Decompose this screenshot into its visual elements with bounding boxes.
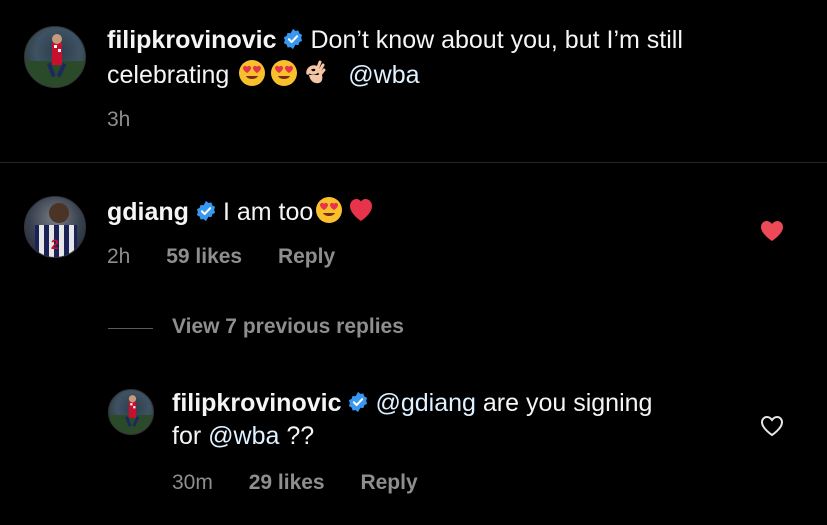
comment-reply-button[interactable]: Reply (278, 245, 335, 268)
view-replies-button[interactable]: View 7 previous replies (172, 315, 404, 339)
avatar[interactable] (24, 26, 86, 88)
reply-text-1: are you signing (482, 389, 653, 417)
reply-time: 30m (172, 471, 213, 494)
reply-username[interactable]: filipkrovinovic (172, 389, 341, 417)
reply-line-2: for @wba ?? (172, 421, 314, 452)
caption-mention[interactable]: @wba (348, 61, 419, 89)
avatar-image: 2 (35, 203, 77, 257)
verified-badge-icon (347, 390, 369, 421)
caption-text-2: celebrating (107, 61, 230, 89)
caption-text-1: Don’t know about you, but I’m still (310, 26, 683, 54)
reply-text-suffix: ?? (286, 422, 315, 450)
caption-timestamp: 3h (107, 108, 131, 131)
avatar-image (25, 34, 85, 87)
reply-mention-2[interactable]: @wba (208, 422, 279, 450)
reply-reply-button[interactable]: Reply (360, 471, 417, 494)
heart-eyes-emoji-icon (238, 59, 266, 95)
like-heart-outline-icon[interactable] (760, 415, 784, 442)
heart-eyes-emoji-icon (270, 59, 298, 95)
svg-text:2: 2 (51, 236, 59, 252)
caption-username[interactable]: filipkrovinovic (107, 26, 276, 54)
reply-likes[interactable]: 29 likes (249, 471, 325, 494)
verified-badge-icon (282, 27, 304, 58)
caption-line-2: celebrating @wba (107, 59, 420, 95)
like-heart-icon[interactable] (760, 220, 784, 247)
reply-line-1: filipkrovinovic @gdiang are you signing (172, 388, 652, 421)
reply-meta: 30m 29 likes Reply (172, 471, 448, 495)
comment-meta: 2h 59 likes Reply (107, 245, 365, 269)
avatar-image (109, 395, 153, 434)
reply-mention[interactable]: @gdiang (375, 389, 475, 417)
divider (0, 162, 827, 163)
comment-username[interactable]: gdiang (107, 198, 189, 226)
avatar[interactable]: 2 (24, 196, 86, 258)
comment-line: gdiang I am too (107, 196, 377, 232)
comment-likes[interactable]: 59 likes (166, 245, 242, 268)
red-heart-emoji-icon (347, 196, 375, 232)
verified-badge-icon (195, 199, 217, 230)
view-replies-line (108, 328, 153, 329)
comment-time: 2h (107, 245, 131, 268)
heart-eyes-emoji-icon (315, 196, 343, 232)
avatar[interactable] (108, 389, 154, 435)
caption-line-1: filipkrovinovic Don’t know about you, but… (107, 25, 683, 58)
comment-text: I am too (222, 198, 314, 226)
reply-text-prefix: for (172, 422, 202, 450)
ok-hand-emoji-icon (302, 59, 330, 95)
